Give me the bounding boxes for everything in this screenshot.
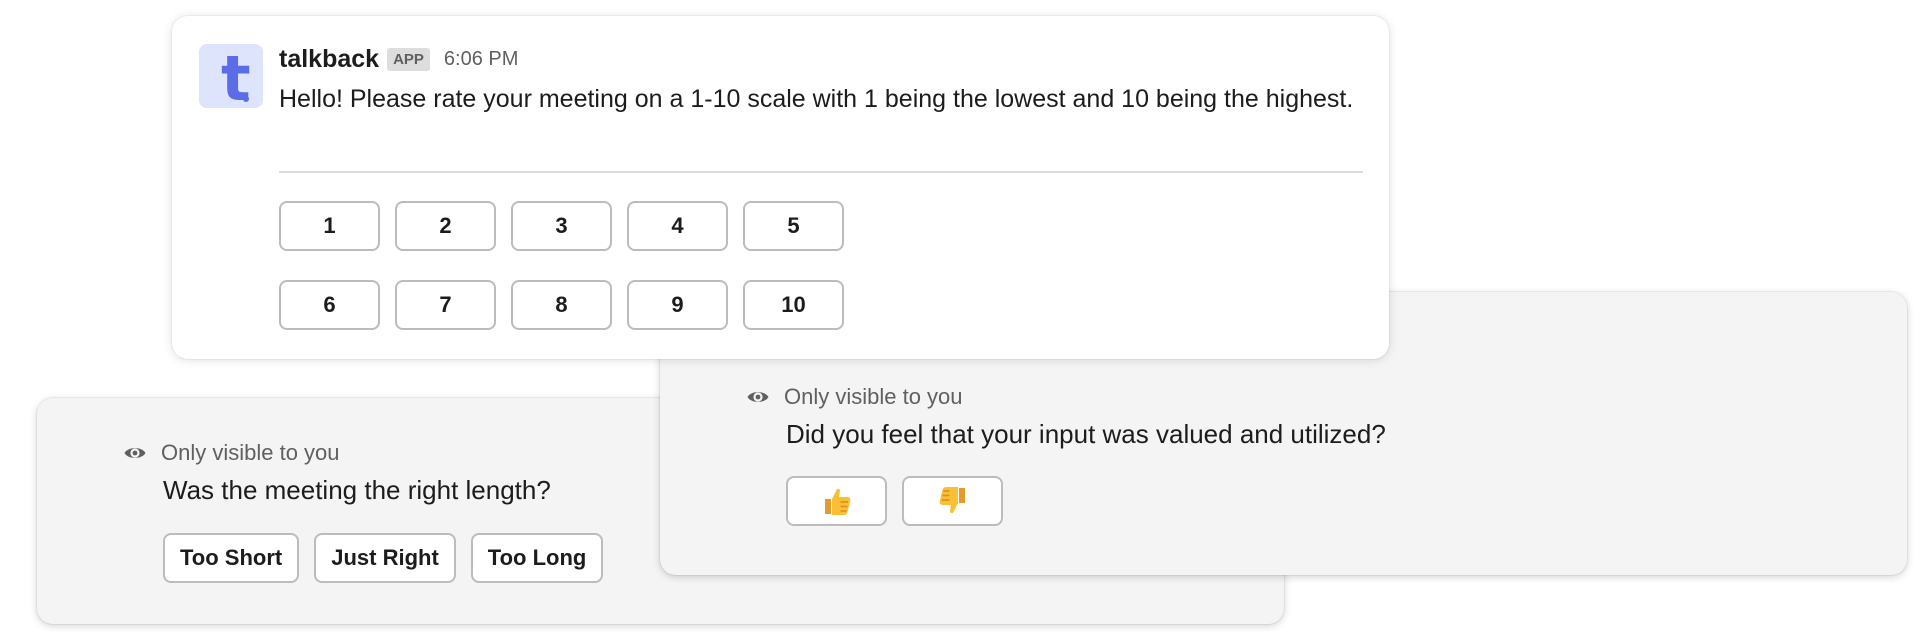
app-avatar[interactable]: t — [199, 44, 263, 108]
avatar-logo-dot — [243, 96, 249, 102]
divider — [279, 171, 1363, 173]
rating-buttons: 1 2 3 4 5 6 7 8 9 10 — [279, 201, 844, 330]
message-header: talkback APP 6:06 PM — [279, 42, 518, 76]
rating-button-6[interactable]: 6 — [279, 280, 380, 330]
rating-button-2[interactable]: 2 — [395, 201, 496, 251]
length-question: Was the meeting the right length? — [163, 475, 551, 505]
rating-row-2: 6 7 8 9 10 — [279, 280, 844, 330]
thumbs-down-icon — [939, 487, 965, 514]
visibility-notice: Only visible to you — [123, 440, 340, 466]
just-right-button[interactable]: Just Right — [314, 533, 456, 583]
rating-button-5[interactable]: 5 — [743, 201, 844, 251]
app-name[interactable]: talkback — [279, 45, 379, 74]
thumbs-up-icon — [824, 488, 850, 515]
rating-button-10[interactable]: 10 — [743, 280, 844, 330]
rating-button-3[interactable]: 3 — [511, 201, 612, 251]
rating-button-9[interactable]: 9 — [627, 280, 728, 330]
input-question: Did you feel that your input was valued … — [786, 419, 1386, 449]
app-badge: APP — [387, 47, 430, 71]
visibility-label: Only visible to you — [161, 440, 340, 465]
input-options — [786, 476, 1003, 526]
rating-button-4[interactable]: 4 — [627, 201, 728, 251]
eye-icon — [747, 392, 769, 402]
rating-button-7[interactable]: 7 — [395, 280, 496, 330]
visibility-label: Only visible to you — [784, 384, 963, 409]
visibility-notice: Only visible to you — [746, 384, 963, 410]
rating-button-8[interactable]: 8 — [511, 280, 612, 330]
rating-button-1[interactable]: 1 — [279, 201, 380, 251]
message-text: Hello! Please rate your meeting on a 1-1… — [279, 85, 1354, 113]
thumbs-up-button[interactable] — [786, 476, 887, 526]
too-short-button[interactable]: Too Short — [163, 533, 300, 583]
rating-row-1: 1 2 3 4 5 — [279, 201, 844, 251]
length-options: Too Short Just Right Too Long — [163, 533, 604, 583]
message-timestamp[interactable]: 6:06 PM — [444, 48, 518, 71]
too-long-button[interactable]: Too Long — [470, 533, 604, 583]
eye-icon — [124, 448, 146, 458]
thumbs-down-button[interactable] — [902, 476, 1003, 526]
rating-message-card: t talkback APP 6:06 PM Hello! Please rat… — [172, 16, 1389, 359]
